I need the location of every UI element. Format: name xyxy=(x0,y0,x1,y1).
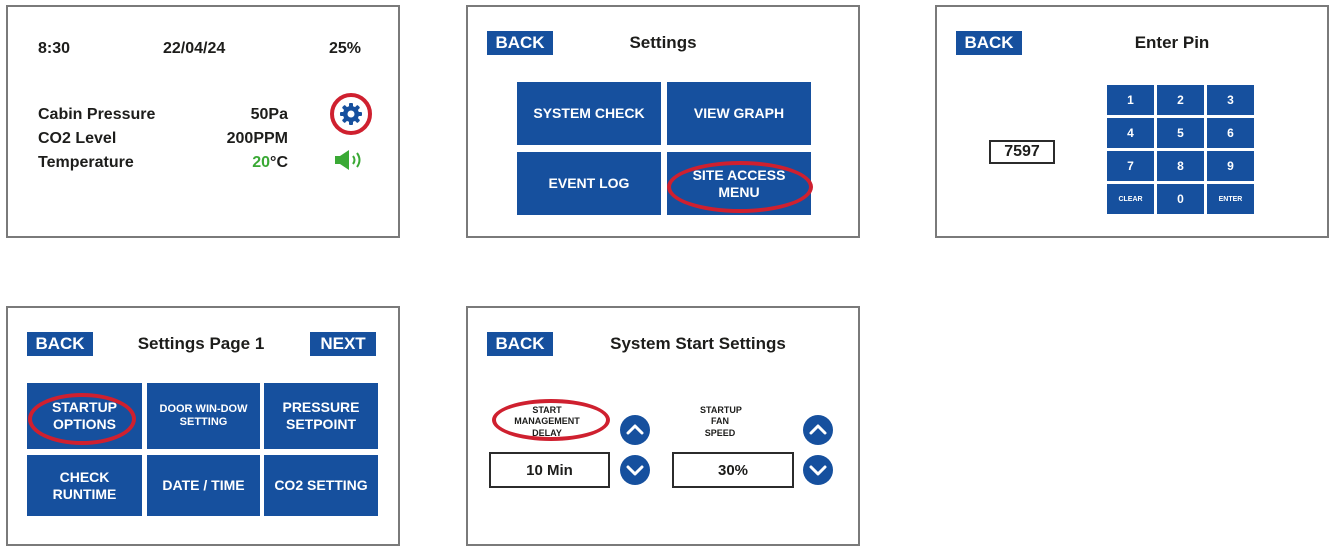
back-button[interactable]: BACK xyxy=(487,31,553,55)
settings-screen: BACK Settings SYSTEM CHECK VIEW GRAPH EV… xyxy=(466,5,860,238)
system-start-screen: BACK System Start Settings START MANAGEM… xyxy=(466,306,860,546)
back-button[interactable]: BACK xyxy=(956,31,1022,55)
site-access-highlight-ring xyxy=(667,161,813,213)
clear-key[interactable]: CLEAR xyxy=(1107,184,1154,214)
key-1[interactable]: 1 xyxy=(1107,85,1154,115)
chevron-down-icon xyxy=(809,465,827,476)
delay-down-button[interactable] xyxy=(620,455,650,485)
screen-title: Settings xyxy=(629,33,697,52)
fan-speed-down-button[interactable] xyxy=(803,455,833,485)
key-3[interactable]: 3 xyxy=(1207,85,1254,115)
system-check-tile[interactable]: SYSTEM CHECK xyxy=(517,82,661,145)
status-screen: 8:30 22/04/24 25% Cabin Pressure 50Pa CO… xyxy=(6,5,400,238)
date-display: 22/04/24 xyxy=(163,40,226,57)
settings-page1-screen: BACK Settings Page 1 NEXT STARTUP OPTION… xyxy=(6,306,400,546)
startup-fan-speed-label: STARTUP FAN SPEED xyxy=(700,405,742,438)
temperature-number: 20 xyxy=(252,154,271,171)
chevron-up-icon xyxy=(809,424,827,435)
back-button[interactable]: BACK xyxy=(487,332,553,356)
back-button[interactable]: BACK xyxy=(27,332,93,356)
date-time-tile[interactable]: DATE / TIME xyxy=(147,455,260,516)
door-window-setting-tile[interactable]: DOOR WIN-DOW SETTING xyxy=(147,383,260,449)
pressure-setpoint-tile[interactable]: PRESSURE SETPOINT xyxy=(264,383,378,449)
co2-setting-tile[interactable]: CO2 SETTING xyxy=(264,455,378,516)
key-7[interactable]: 7 xyxy=(1107,151,1154,181)
key-5[interactable]: 5 xyxy=(1157,118,1204,148)
event-log-tile[interactable]: EVENT LOG xyxy=(517,152,661,215)
fan-speed-up-button[interactable] xyxy=(803,415,833,445)
delay-up-button[interactable] xyxy=(620,415,650,445)
pin-screen: BACK Enter Pin 7597 1 2 3 4 5 6 7 8 9 CL… xyxy=(935,5,1329,238)
cabin-pressure-label: Cabin Pressure xyxy=(38,106,156,123)
management-delay-highlight-ring xyxy=(492,399,610,441)
chevron-up-icon xyxy=(626,424,644,435)
key-6[interactable]: 6 xyxy=(1207,118,1254,148)
gear-icon[interactable] xyxy=(339,102,363,126)
clock-time: 8:30 xyxy=(38,40,71,57)
temperature-value: 20°C xyxy=(208,154,288,172)
chevron-down-icon xyxy=(626,465,644,476)
key-8[interactable]: 8 xyxy=(1157,151,1204,181)
fan-speed-value: 30% xyxy=(672,452,794,488)
screen-title: Enter Pin xyxy=(1134,33,1210,52)
key-0[interactable]: 0 xyxy=(1157,184,1204,214)
next-button[interactable]: NEXT xyxy=(310,332,376,356)
check-runtime-tile[interactable]: CHECK RUNTIME xyxy=(27,455,142,516)
temperature-label: Temperature xyxy=(38,154,134,171)
key-4[interactable]: 4 xyxy=(1107,118,1154,148)
startup-options-highlight-ring xyxy=(28,393,136,445)
management-delay-value: 10 Min xyxy=(489,452,610,488)
key-9[interactable]: 9 xyxy=(1207,151,1254,181)
cabin-pressure-value: 50Pa xyxy=(250,106,288,123)
pin-display: 7597 xyxy=(989,140,1055,164)
key-2[interactable]: 2 xyxy=(1157,85,1204,115)
enter-key[interactable]: ENTER xyxy=(1207,184,1254,214)
screen-title: Settings Page 1 xyxy=(137,334,265,353)
temperature-unit: °C xyxy=(270,154,288,171)
co2-level-label: CO2 Level xyxy=(38,130,117,147)
speaker-icon[interactable] xyxy=(333,148,367,172)
screen-title: System Start Settings xyxy=(610,334,786,353)
battery-level: 25% xyxy=(329,40,362,57)
view-graph-tile[interactable]: VIEW GRAPH xyxy=(667,82,811,145)
co2-level-value: 200PPM xyxy=(226,130,288,147)
